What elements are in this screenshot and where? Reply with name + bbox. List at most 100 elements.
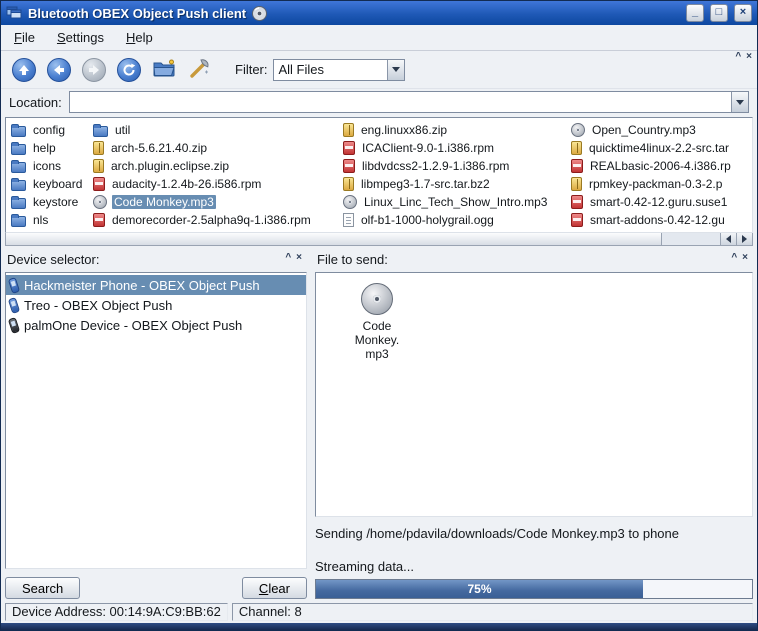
device-selector-pane: ^ × Device selector: Hackmeister Phone -… — [5, 252, 307, 599]
file-item[interactable]: demorecorder-2.5alpha9q-1.i386.rpm — [88, 211, 338, 229]
file-item-label: util — [113, 123, 132, 137]
reload-icon — [117, 58, 141, 82]
file-item[interactable]: olf-b1-1000-holygrail.ogg — [338, 211, 566, 229]
zip-icon — [93, 141, 104, 155]
file-column: Open_Country.mp3 quicktime4linux-2.2-src.… — [566, 121, 752, 232]
menubar: File Settings Help — [1, 25, 757, 51]
file-item-label: Open_Country.mp3 — [590, 123, 698, 137]
file-item[interactable]: quicktime4linux-2.2-src.tar — [566, 139, 752, 157]
filter-value: All Files — [274, 60, 387, 80]
shade-pane-button[interactable]: ^ — [730, 253, 738, 263]
close-pane-button[interactable]: × — [295, 253, 303, 263]
file-item[interactable]: keyboard — [6, 175, 88, 193]
file-column: config help icons keyboard keystore nls — [6, 121, 88, 232]
zip-icon — [571, 141, 582, 155]
window-title: Bluetooth OBEX Object Push client — [28, 6, 246, 21]
file-item[interactable]: Code Monkey.mp3 — [88, 193, 338, 211]
device-buttons-row: Search Clear — [5, 569, 307, 599]
device-label: palmOne Device - OBEX Object Push — [24, 318, 242, 333]
file-item-label: Linux_Linc_Tech_Show_Intro.mp3 — [362, 195, 549, 209]
filter-label: Filter: — [235, 62, 268, 77]
device-list-item[interactable]: Hackmeister Phone - OBEX Object Push — [6, 275, 306, 295]
file-item-label: icons — [31, 159, 63, 173]
close-pane-button[interactable]: × — [741, 253, 749, 263]
device-list-item[interactable]: Treo - OBEX Object Push — [6, 295, 306, 315]
file-item[interactable]: smart-addons-0.42-12.gu — [566, 211, 752, 229]
audio-icon — [93, 195, 107, 209]
folder-icon — [11, 162, 26, 173]
file-item[interactable]: util — [88, 121, 338, 139]
window-bottom-border — [1, 623, 757, 630]
file-item-label: smart-0.42-12.guru.suse1 — [588, 195, 729, 209]
back-icon — [47, 58, 71, 82]
location-dropdown-button[interactable] — [731, 92, 748, 112]
close-button[interactable]: × — [734, 4, 752, 22]
rpm-icon — [571, 195, 583, 209]
configure-button[interactable] — [184, 55, 214, 85]
file-item[interactable]: eng.linuxx86.zip — [338, 121, 566, 139]
scroll-left-button[interactable] — [720, 233, 736, 245]
folder-icon — [11, 198, 26, 209]
file-item[interactable]: config — [6, 121, 88, 139]
clear-button[interactable]: Clear — [242, 577, 307, 599]
minimize-button[interactable]: _ — [686, 4, 704, 22]
shade-pane-button[interactable]: ^ — [734, 52, 742, 62]
audio-icon — [343, 195, 357, 209]
file-item[interactable]: keystore — [6, 193, 88, 211]
scrollbar-thumb[interactable] — [6, 233, 662, 245]
file-item-label: libmpeg3-1.7-src.tar.bz2 — [359, 177, 492, 191]
file-item[interactable]: Open_Country.mp3 — [566, 121, 752, 139]
search-button[interactable]: Search — [5, 577, 80, 599]
titlebar[interactable]: Bluetooth OBEX Object Push client _ □ × — [1, 1, 757, 25]
maximize-button[interactable]: □ — [710, 4, 728, 22]
file-item[interactable]: REALbasic-2006-4.i386.rp — [566, 157, 752, 175]
zip-icon — [93, 159, 104, 173]
menu-file[interactable]: File — [11, 28, 38, 47]
rpm-icon — [93, 213, 105, 227]
up-button[interactable] — [9, 55, 39, 85]
file-item-label: Code Monkey.mp3 — [112, 195, 216, 209]
file-item[interactable]: libdvdcss2-1.2.9-1.i386.rpm — [338, 157, 566, 175]
file-item[interactable]: arch.plugin.eclipse.zip — [88, 157, 338, 175]
phone-icon — [8, 277, 20, 294]
location-row: Location: — [1, 89, 757, 115]
file-item-label: eng.linuxx86.zip — [359, 123, 449, 137]
file-item[interactable]: help — [6, 139, 88, 157]
file-item[interactable]: nls — [6, 211, 88, 229]
send-file-view: Code Monkey. mp3 — [315, 272, 753, 517]
back-button[interactable] — [44, 55, 74, 85]
arrow-left-icon — [726, 235, 731, 243]
location-input[interactable] — [70, 92, 731, 112]
file-item[interactable]: audacity-1.2.4b-26.i586.rpm — [88, 175, 338, 193]
file-item[interactable]: rpmkey-packman-0.3-2.p — [566, 175, 752, 193]
send-file-item[interactable]: Code Monkey. mp3 — [338, 283, 416, 361]
vertical-splitter[interactable] — [307, 252, 315, 599]
new-folder-button[interactable] — [149, 55, 179, 85]
shade-pane-button[interactable]: ^ — [284, 253, 292, 263]
file-item[interactable]: ICAClient-9.0-1.i386.rpm — [338, 139, 566, 157]
chevron-down-icon — [736, 100, 744, 105]
folder-icon — [93, 126, 108, 137]
file-item-label: config — [31, 123, 67, 137]
location-label: Location: — [9, 95, 62, 110]
file-item[interactable]: arch-5.6.21.40.zip — [88, 139, 338, 157]
app-window: Bluetooth OBEX Object Push client _ □ × … — [0, 0, 758, 631]
file-item[interactable]: icons — [6, 157, 88, 175]
file-item-label: keystore — [31, 195, 80, 209]
menu-settings[interactable]: Settings — [54, 28, 107, 47]
reload-button[interactable] — [114, 55, 144, 85]
file-item-label: keyboard — [31, 177, 84, 191]
device-list-item[interactable]: palmOne Device - OBEX Object Push — [6, 315, 306, 335]
zip-icon — [343, 123, 354, 137]
scroll-right-button[interactable] — [736, 233, 752, 245]
forward-button[interactable] — [79, 55, 109, 85]
file-item[interactable]: smart-0.42-12.guru.suse1 — [566, 193, 752, 211]
file-item[interactable]: libmpeg3-1.7-src.tar.bz2 — [338, 175, 566, 193]
file-item[interactable]: Linux_Linc_Tech_Show_Intro.mp3 — [338, 193, 566, 211]
menu-help[interactable]: Help — [123, 28, 156, 47]
app-icon — [6, 6, 22, 20]
close-pane-button[interactable]: × — [745, 52, 753, 62]
filter-combobox[interactable]: All Files — [273, 59, 405, 81]
scrollbar-track[interactable] — [662, 233, 720, 245]
filter-dropdown-button[interactable] — [387, 60, 404, 80]
